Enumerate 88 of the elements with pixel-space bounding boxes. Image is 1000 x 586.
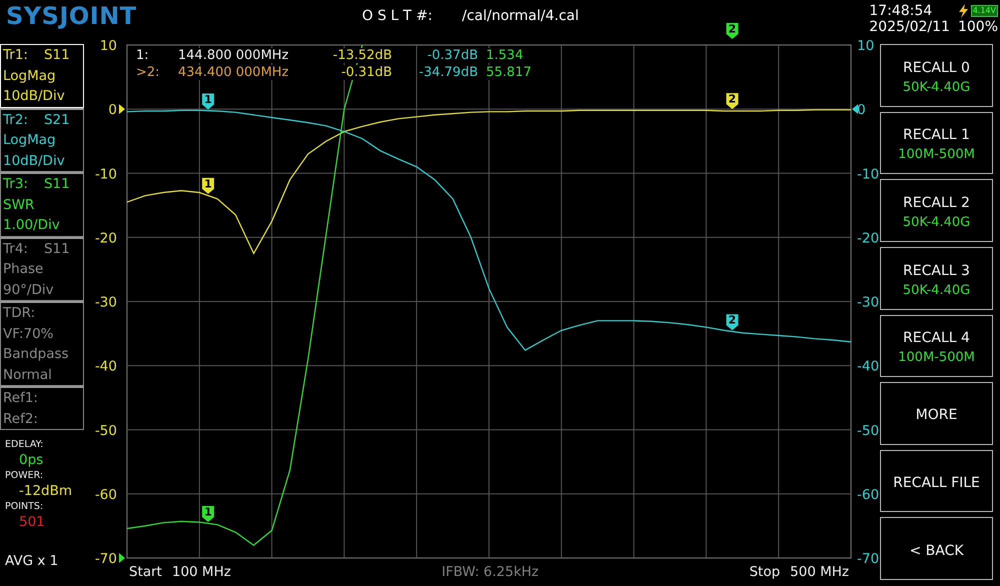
axis-tick-label: -10 <box>94 166 117 182</box>
axis-tick-label: 10 <box>100 38 117 54</box>
marker-value: 55.817 <box>485 65 532 80</box>
axis-tick-label: -50 <box>94 422 117 439</box>
trace-info: S21 <box>44 112 70 128</box>
trace-info: 1.00/Div <box>3 217 60 234</box>
axis-tick-label: -30 <box>857 294 880 310</box>
axis-tick-label: -60 <box>857 486 880 503</box>
setting-label: EDELAY: <box>5 438 44 452</box>
clock-time: 17:48:54 <box>869 3 932 19</box>
stop-frequency: 500 MHz <box>790 564 849 580</box>
trace-info: TDR: <box>3 305 36 322</box>
trace-info: VF:70% <box>3 326 54 342</box>
axis-tick-label: -10 <box>857 166 880 182</box>
menu-button[interactable]: RECALL 3 50K-4.40G <box>880 246 993 310</box>
marker-value: 1.534 <box>485 48 524 63</box>
menu-button[interactable]: RECALL 0 50K-4.40G <box>880 44 993 107</box>
trace-info: 10dB/Div <box>3 88 65 104</box>
axis-tick-label: -40 <box>94 358 117 375</box>
menu-button[interactable]: MORE <box>880 382 993 445</box>
axis-tick-label: -70 <box>857 551 880 567</box>
trace-info: SWR <box>3 196 34 213</box>
calibration-file: /cal/normal/4.cal <box>462 8 579 24</box>
trace-panel[interactable]: Tr4: S11 Phase 90°/Div <box>0 236 84 301</box>
trace-panel[interactable]: Tr2: S21 LogMag 10dB/Div <box>0 108 84 172</box>
trace-panel[interactable]: Tr3: S11 SWR 1.00/Div <box>0 172 84 236</box>
axis-tick-label: -40 <box>857 358 880 375</box>
trace-info: LogMag <box>3 132 56 148</box>
menu-button[interactable]: < BACK <box>880 517 993 580</box>
marker-flag[interactable]: 1 <box>202 506 214 522</box>
setting-label: POINTS: <box>5 500 44 514</box>
trace-info: Tr4: <box>3 240 28 257</box>
marker-value: -13.52dB <box>332 48 393 63</box>
axis-tick-label: -50 <box>857 422 880 439</box>
battery-voltage: 4.14V <box>970 5 998 17</box>
trace-info: S11 <box>44 240 70 257</box>
menu-button[interactable]: RECALL FILE <box>880 450 993 512</box>
setting-label: POWER: <box>5 469 44 483</box>
menu-button[interactable]: RECALL 4 100M-500M <box>880 314 993 378</box>
axis-tick-label: -20 <box>94 230 117 246</box>
axis-tick-label: -60 <box>94 486 117 503</box>
axis-tick-label: 0 <box>857 102 866 118</box>
marker-flag[interactable]: 2 <box>726 92 738 110</box>
trace-info: Tr3: <box>3 176 28 192</box>
marker-frequency: 434.400 000MHz <box>177 65 290 80</box>
trace-info: Phase <box>3 261 44 278</box>
marker-flag[interactable]: 2 <box>726 22 738 39</box>
menu-button[interactable]: RECALL 1 100M-500M <box>880 112 993 174</box>
trace-info: Tr1: <box>3 47 28 64</box>
trace-info: Bandpass <box>3 346 69 362</box>
trace-info: Ref1: <box>3 390 38 406</box>
marker-flag[interactable]: 2 <box>726 314 738 330</box>
reference-arrow-icon <box>119 553 125 563</box>
start-label: Start <box>129 564 162 580</box>
ifbw-label: IFBW: 6.25kHz <box>442 564 539 580</box>
trace-info: S11 <box>44 176 70 192</box>
axis-tick-label: 0 <box>108 102 117 118</box>
menu-button[interactable]: RECALL 2 50K-4.40G <box>880 179 993 242</box>
setting-value: 0ps <box>18 452 44 469</box>
trace-info: S11 <box>44 47 70 64</box>
trace-panel[interactable]: TDR: VF:70% Bandpass Normal <box>0 301 84 386</box>
trace-info: Tr2: <box>3 112 28 128</box>
trace-info: LogMag <box>3 68 56 84</box>
marker-value: -0.31dB <box>340 65 393 80</box>
stop-label: Stop <box>749 564 780 580</box>
trace-info: 10dB/Div <box>3 152 65 169</box>
reference-arrow-icon <box>119 104 125 114</box>
marker-flag[interactable]: 1 <box>202 177 214 194</box>
battery-percent: 100% <box>958 19 998 35</box>
axis-tick-label: 10 <box>857 38 874 54</box>
start-frequency: 100 MHz <box>172 564 231 580</box>
marker-flag[interactable]: 1 <box>202 93 214 110</box>
averaging-label: AVG x 1 <box>5 553 58 569</box>
calibration-label: O S L T #: <box>362 8 433 24</box>
axis-tick-label: -20 <box>857 230 880 246</box>
trace-info: Ref2: <box>3 410 38 427</box>
logo: SYSJOINT <box>5 1 137 30</box>
marker-frequency: 144.800 000MHz <box>177 48 290 63</box>
setting-value: 501 <box>18 514 45 531</box>
date: 2025/02/11 <box>869 19 950 35</box>
trace-panel[interactable]: Ref1: Ref2: <box>0 386 84 430</box>
reference-arrow-icon <box>852 104 858 114</box>
axis-tick-label: -30 <box>94 294 117 310</box>
trace-info: Normal <box>3 366 52 383</box>
setting-value: -12dBm <box>18 483 72 500</box>
trace-panel[interactable]: Tr1: S11 LogMag 10dB/Div <box>0 44 84 108</box>
axis-tick-label: -70 <box>94 551 117 567</box>
trace-info: 90°/Div <box>3 282 54 298</box>
